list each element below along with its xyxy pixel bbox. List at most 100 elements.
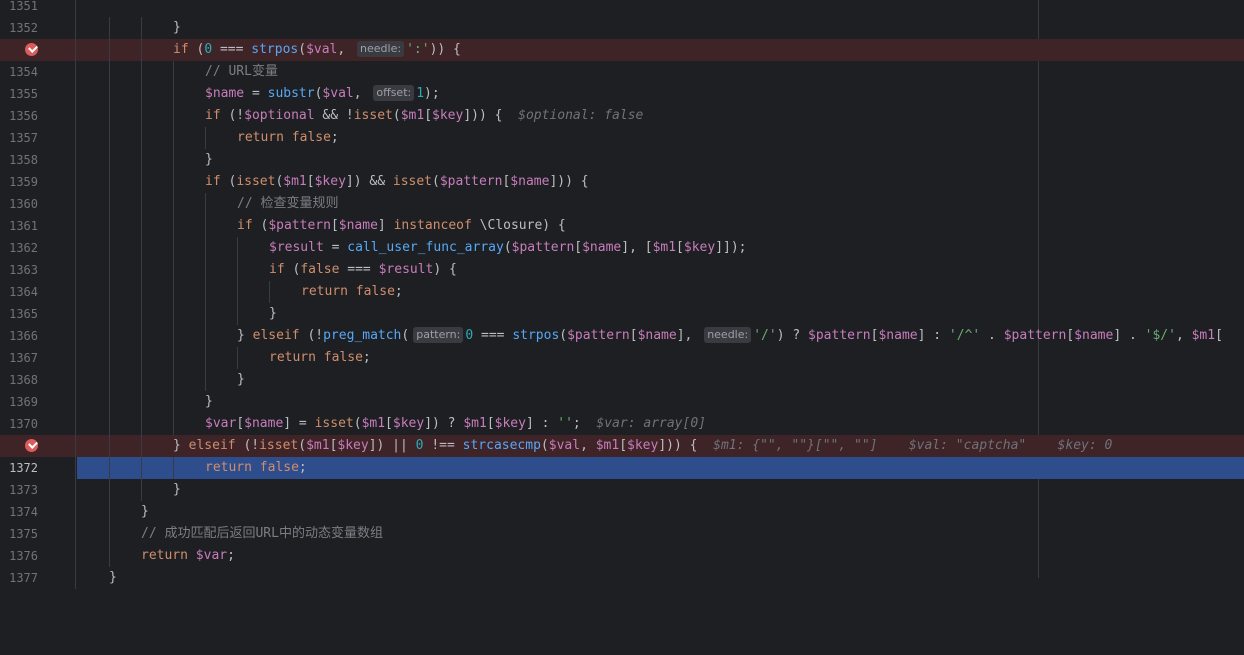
gutter[interactable]: 1375 — [0, 523, 76, 545]
code-line[interactable]: 1365 } — [0, 303, 1244, 325]
gutter[interactable]: 1366 — [0, 325, 76, 347]
code-text: return false; — [237, 130, 339, 145]
gutter[interactable]: 1351 — [0, 0, 76, 17]
code-line[interactable]: 1360 // 检查变量规则 — [0, 193, 1244, 215]
line-number: 1374 — [9, 505, 38, 519]
code-text: } — [269, 306, 277, 321]
code-line[interactable]: 1358 } — [0, 149, 1244, 171]
code-text: return false; — [269, 350, 371, 365]
line-number: 1366 — [9, 329, 38, 343]
code-text: if (false === $result) { — [269, 262, 457, 277]
code-line[interactable]: 1377 } — [0, 567, 1244, 589]
gutter[interactable]: 1370 — [0, 413, 76, 435]
code-comment: // 检查变量规则 — [237, 196, 339, 211]
code-text: } — [109, 570, 117, 585]
gutter[interactable]: 1374 — [0, 501, 76, 523]
code-text: return false; — [205, 460, 307, 475]
code-text: } — [205, 394, 213, 409]
gutter[interactable]: 1377 — [0, 567, 76, 589]
code-line[interactable]: 1362 $result = call_user_func_array($pat… — [0, 237, 1244, 259]
gutter[interactable]: 1354 — [0, 61, 76, 83]
code-line[interactable]: 1376 return $var; — [0, 545, 1244, 567]
inline-debug-value: $key: 0 — [1057, 438, 1113, 453]
line-number: 1376 — [9, 549, 38, 563]
code-line[interactable]: 1356 if (!$optional && !isset($m1[$key])… — [0, 105, 1244, 127]
code-editor[interactable]: 1351 1352 } if (0 === strpos($val, needl… — [0, 0, 1244, 589]
gutter[interactable]: 1358 — [0, 149, 76, 171]
gutter[interactable]: 1369 — [0, 391, 76, 413]
code-line[interactable]: 1374 } — [0, 501, 1244, 523]
code-text: if (!$optional && !isset($m1[$key])) { $… — [205, 108, 644, 123]
inline-debug-value: $var: array[0] — [596, 416, 706, 431]
line-number: 1367 — [9, 351, 38, 365]
gutter[interactable]: 1373 — [0, 479, 76, 501]
code-line[interactable]: 1355 $name = substr($val, offset: 1); — [0, 83, 1244, 105]
code-text: return $var; — [141, 548, 235, 563]
param-hint-offset: offset: — [373, 85, 415, 101]
code-line[interactable]: 1375 // 成功匹配后返回URL中的动态变量数组 — [0, 523, 1244, 545]
code-line[interactable]: 1369 } — [0, 391, 1244, 413]
gutter[interactable]: 1355 — [0, 83, 76, 105]
param-hint-needle: needle: — [704, 327, 752, 343]
line-number: 1357 — [9, 131, 38, 145]
code-line[interactable]: 1368 } — [0, 369, 1244, 391]
line-number: 1355 — [9, 87, 38, 101]
line-number: 1369 — [9, 395, 38, 409]
code-line[interactable]: 1364 return false; — [0, 281, 1244, 303]
param-hint-needle: needle: — [357, 41, 405, 57]
code-line[interactable]: 1363 if (false === $result) { — [0, 259, 1244, 281]
code-line[interactable]: 1351 — [0, 0, 1244, 17]
gutter[interactable] — [0, 39, 76, 61]
gutter[interactable] — [0, 435, 76, 457]
code-line[interactable]: 1361 if ($pattern[$name] instanceof \Clo… — [0, 215, 1244, 237]
code-line[interactable]: 1367 return false; — [0, 347, 1244, 369]
gutter[interactable]: 1361 — [0, 215, 76, 237]
gutter[interactable]: 1367 — [0, 347, 76, 369]
gutter[interactable]: 1362 — [0, 237, 76, 259]
code-text: if (0 === strpos($val, needle: ':')) { — [173, 41, 461, 57]
line-number: 1373 — [9, 483, 38, 497]
code-text: $result = call_user_func_array($pattern[… — [269, 240, 747, 255]
line-number: 1360 — [9, 197, 38, 211]
line-number: 1361 — [9, 219, 38, 233]
line-number: 1352 — [9, 21, 38, 35]
line-number: 1364 — [9, 285, 38, 299]
gutter[interactable]: 1352 — [0, 17, 76, 39]
line-number: 1377 — [9, 571, 38, 585]
gutter[interactable]: 1363 — [0, 259, 76, 281]
param-hint-pattern: pattern: — [413, 327, 464, 343]
code-text: } elseif (!isset($m1[$key]) || 0 !== str… — [173, 438, 1113, 453]
code-line[interactable]: 1373 } — [0, 479, 1244, 501]
gutter[interactable]: 1376 — [0, 545, 76, 567]
code-line-breakpoint[interactable]: if (0 === strpos($val, needle: ':')) { — [0, 39, 1244, 61]
gutter[interactable]: 1365 — [0, 303, 76, 325]
line-number: 1370 — [9, 417, 38, 431]
gutter[interactable]: 1360 — [0, 193, 76, 215]
code-line[interactable]: 1366 } elseif (!preg_match(pattern: 0 ===… — [0, 325, 1244, 347]
code-line[interactable]: 1370 $var[$name] = isset($m1[$key]) ? $m… — [0, 413, 1244, 435]
line-number: 1356 — [9, 109, 38, 123]
code-line[interactable]: 1357 return false; — [0, 127, 1244, 149]
breakpoint-icon[interactable] — [25, 439, 38, 452]
line-number: 1375 — [9, 527, 38, 541]
code-line-current-execution[interactable]: 1372 return false; — [0, 457, 1244, 479]
gutter[interactable]: 1364 — [0, 281, 76, 303]
gutter[interactable]: 1368 — [0, 369, 76, 391]
gutter[interactable]: 1357 — [0, 127, 76, 149]
gutter[interactable]: 1359 — [0, 171, 76, 193]
code-line[interactable]: 1352 } — [0, 17, 1244, 39]
line-number: 1368 — [9, 373, 38, 387]
code-text: } — [205, 152, 213, 167]
code-line[interactable]: 1359 if (isset($m1[$key]) && isset($patt… — [0, 171, 1244, 193]
code-line-breakpoint[interactable]: } elseif (!isset($m1[$key]) || 0 !== str… — [0, 435, 1244, 457]
code-text: } elseif (!preg_match(pattern: 0 === strp… — [237, 327, 1223, 343]
line-number: 1358 — [9, 153, 38, 167]
code-text: } — [237, 372, 245, 387]
gutter[interactable]: 1356 — [0, 105, 76, 127]
line-number: 1362 — [9, 241, 38, 255]
breakpoint-icon[interactable] — [25, 43, 38, 56]
line-number: 1365 — [9, 307, 38, 321]
gutter[interactable]: 1372 — [0, 457, 76, 479]
code-text: if (isset($m1[$key]) && isset($pattern[$… — [205, 174, 589, 189]
code-line[interactable]: 1354 // URL变量 — [0, 61, 1244, 83]
